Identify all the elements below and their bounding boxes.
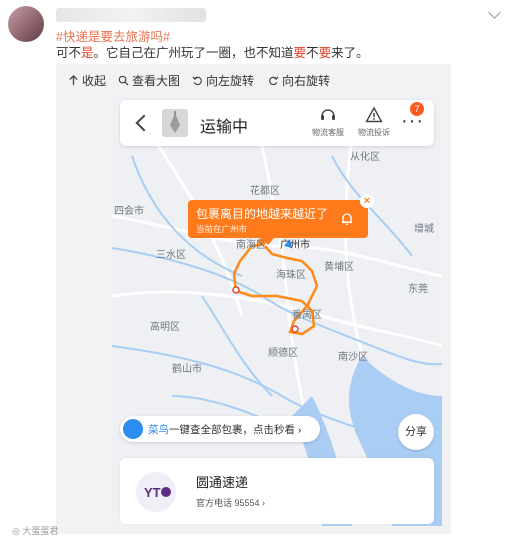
bubble-title: 包裹离目的地越来越近了 [196, 207, 329, 221]
complaint-button[interactable]: 物流投诉 [352, 106, 396, 138]
bell-icon[interactable] [340, 212, 354, 226]
courier-name: 圆通速递 [196, 475, 249, 490]
watermark: ◎ 大蛋蛋君 [12, 526, 59, 536]
share-button[interactable]: 分享 [398, 414, 434, 450]
map-label: 四会市 [114, 206, 144, 217]
rotate-right-button[interactable]: 向右旋转 [268, 72, 330, 89]
location-bubble[interactable]: 包裹离目的地越来越近了 当前在广州市 × [188, 194, 374, 238]
rotate-right-icon [269, 76, 279, 86]
yto-logo-icon: YT [136, 472, 176, 512]
cainiao-banner[interactable]: 菜鸟一键查全部包裹，点击秒看 › [120, 416, 320, 442]
warning-icon [365, 106, 383, 123]
map-label: 顺德区 [268, 348, 298, 359]
app-top-bar: 运输中 物流客服 物流投诉 ··· 7 [120, 100, 434, 146]
svg-text:YT: YT [144, 485, 161, 500]
cainiao-logo-icon [123, 419, 143, 439]
cainiao-brand: 菜鸟 [148, 424, 169, 436]
shipment-status: 运输中 [200, 119, 249, 136]
map-label: 海珠区 [276, 270, 306, 281]
courier-card[interactable]: YT 圆通速递 官方电话 95554 › [120, 458, 434, 524]
map-label: 南沙区 [338, 352, 368, 363]
notification-badge: 7 [410, 102, 424, 116]
headset-icon [321, 109, 335, 120]
map-label-city: 广州市 [280, 240, 310, 251]
cainiao-text: 一键查全部包裹，点击秒看 [169, 424, 295, 436]
post-text: 可不是。它自己在广州玩了一圈，也不知道要不要来了。 [56, 46, 369, 60]
phone-screenshot[interactable]: 从化区 花都区 四会市 增城 南海区 广州市 三水区 黄埔区 海珠区 东莞 番禺… [112, 96, 442, 526]
avatar[interactable] [8, 6, 44, 42]
magnifier-icon [118, 75, 129, 86]
map-label: 增城 [414, 224, 434, 235]
collapse-arrow-icon [69, 75, 78, 86]
rotate-left-button[interactable]: 向左旋转 [192, 72, 254, 89]
package-icon [170, 111, 180, 133]
bubble-subtitle: 当前在广州市 [196, 224, 248, 234]
map-label: 番禺区 [292, 310, 322, 321]
package-thumbnail [162, 109, 188, 137]
close-icon[interactable]: × [360, 194, 374, 208]
map-label: 东莞 [408, 284, 428, 295]
customer-service-button[interactable]: 物流客服 [306, 106, 350, 138]
map-label: 花都区 [250, 186, 280, 197]
image-toolbar: 收起 查看大图 向左旋转 向右旋转 [56, 64, 451, 94]
courier-phone[interactable]: 官方电话 95554 › [196, 496, 265, 509]
collapse-button[interactable]: 收起 [68, 72, 106, 89]
map-label: 从化区 [350, 152, 380, 163]
username-blurred[interactable] [56, 8, 206, 22]
chevron-right-icon: › [297, 424, 302, 436]
map-label: 三水区 [156, 250, 186, 261]
rotate-left-icon [192, 76, 202, 86]
map-label: 黄埔区 [324, 262, 354, 273]
chevron-down-icon[interactable] [488, 6, 501, 19]
back-arrow-icon[interactable] [135, 114, 153, 132]
map-label: 高明区 [150, 322, 180, 333]
bubble-tail [262, 238, 274, 245]
view-large-button[interactable]: 查看大图 [118, 72, 180, 89]
map-label: 鹤山市 [172, 364, 202, 375]
